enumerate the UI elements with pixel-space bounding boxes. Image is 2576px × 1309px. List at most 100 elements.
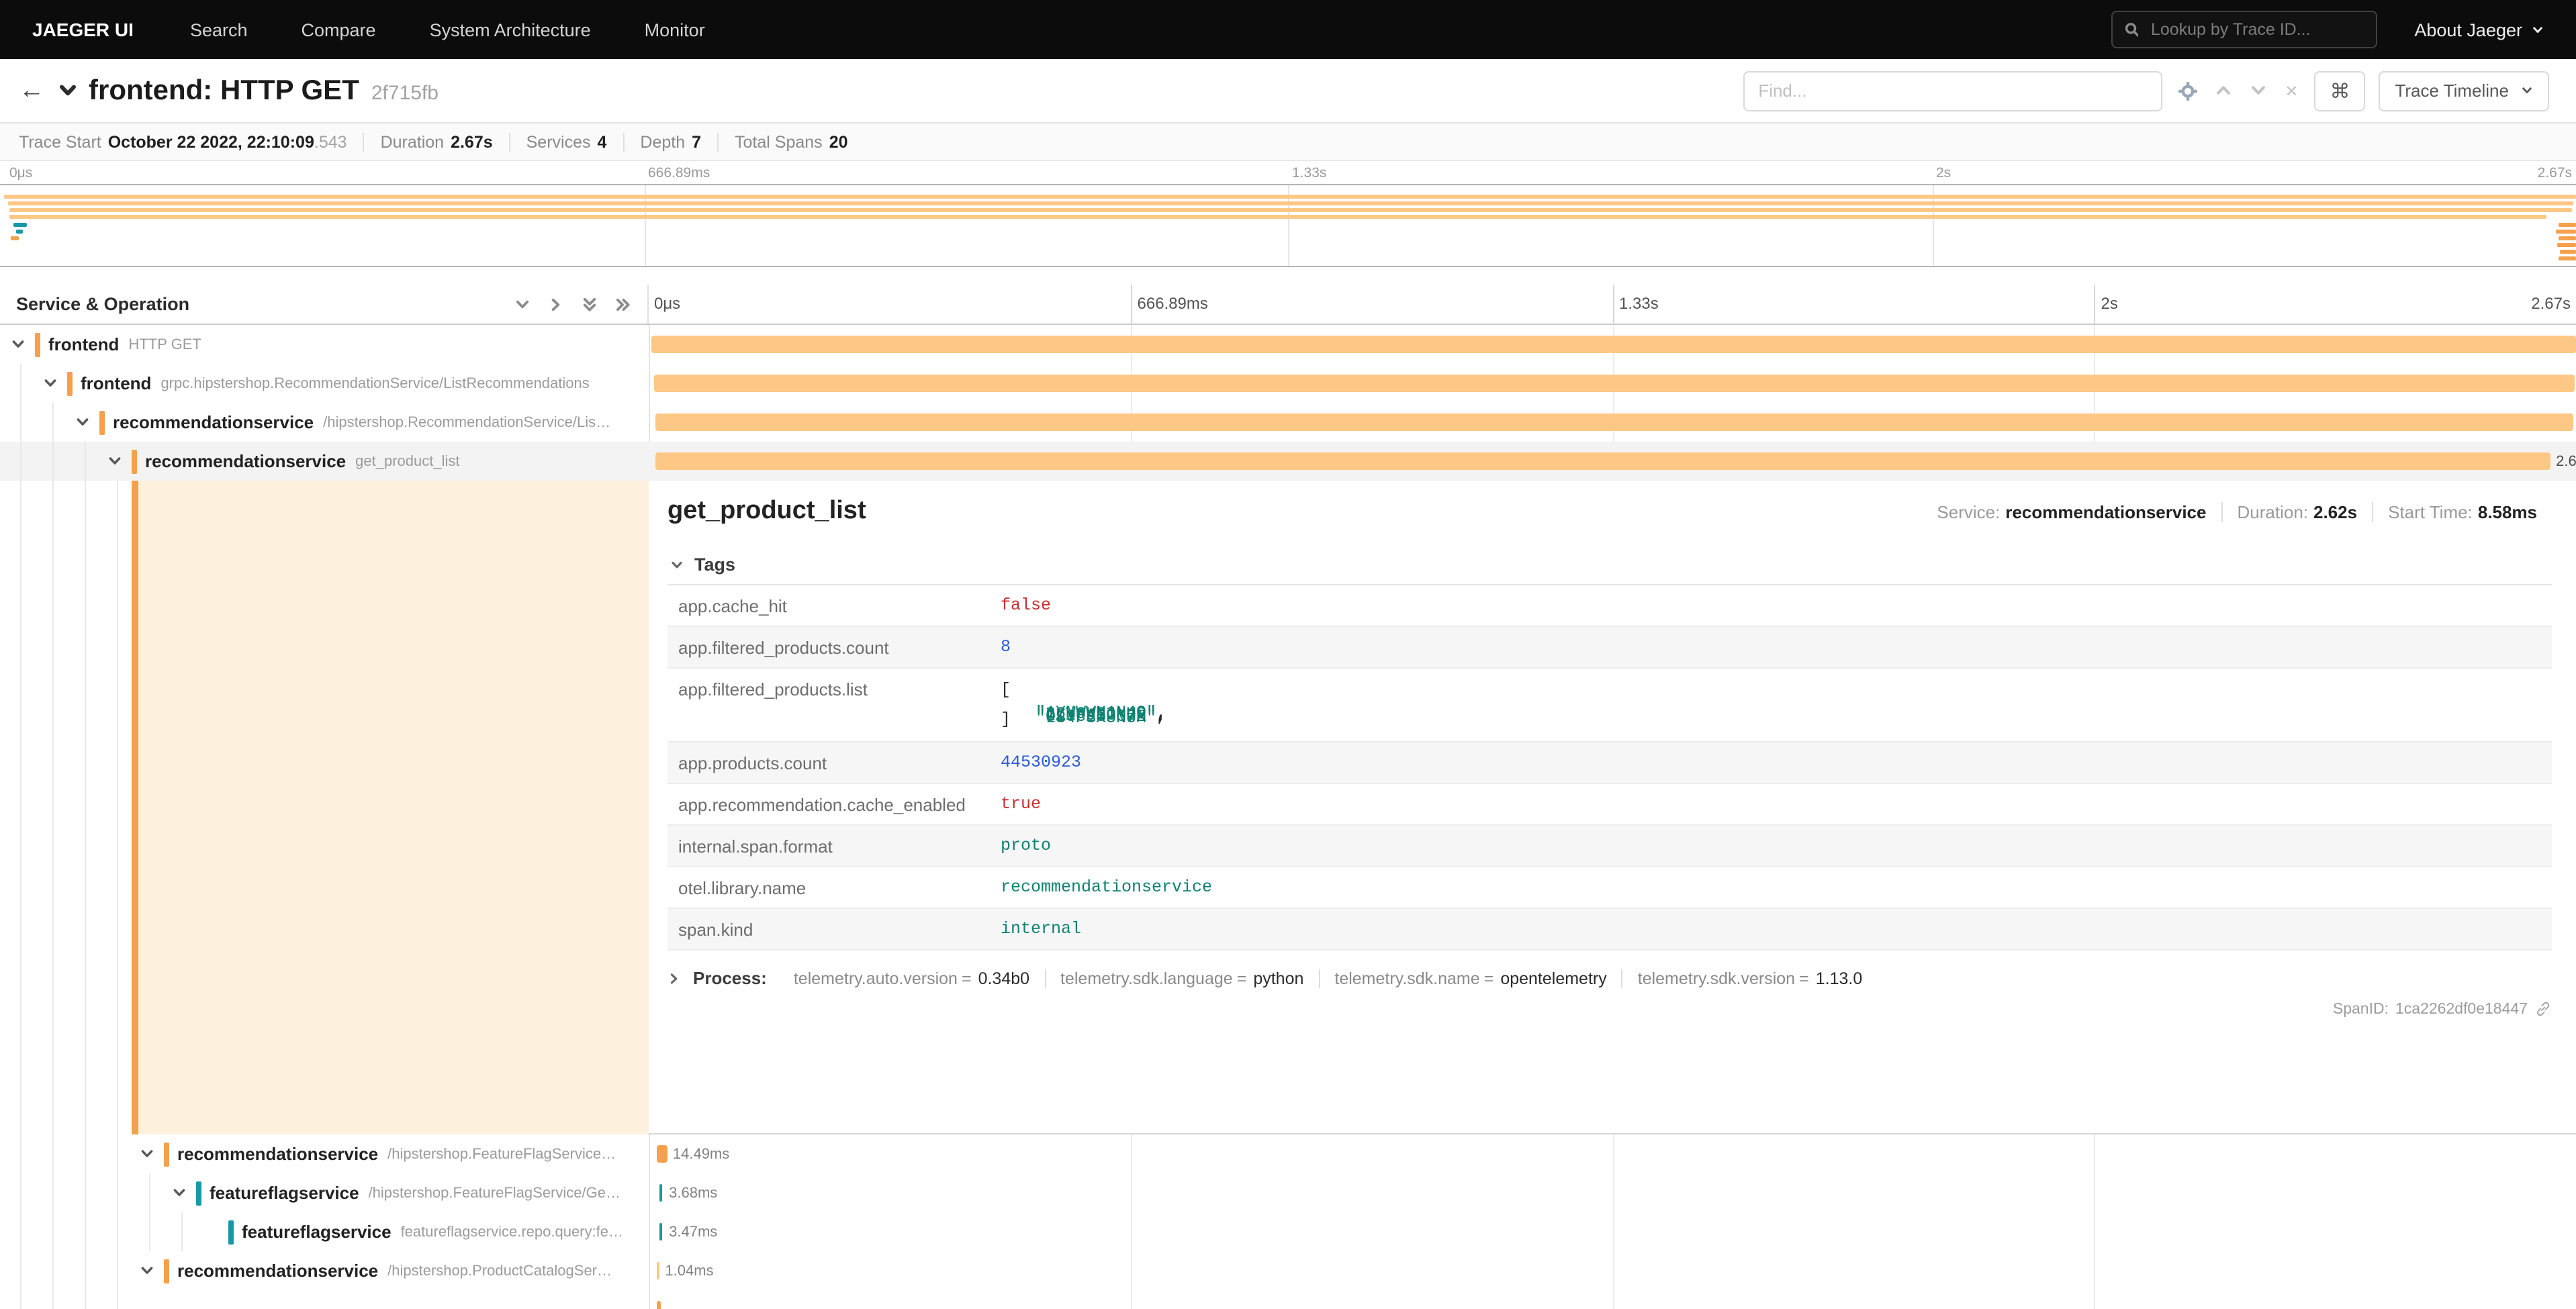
summary-label: Trace Start [19,132,101,151]
span-name-cell[interactable]: frontend HTTP GET [0,325,649,364]
trace-minimap[interactable] [0,184,2576,267]
nav-item-system-architecture[interactable]: System Architecture [430,19,591,40]
span-row[interactable]: recommendationservice /hipstershop.Produ… [0,1251,2576,1290]
expand-all-icon[interactable] [615,296,631,312]
span-row[interactable]: recommendationservice /hipstershop.Recom… [0,403,2576,442]
trace-view-selector[interactable]: Trace Timeline [2379,70,2549,111]
time-tick-label: 2.67s [2531,294,2571,313]
span-service-name: featureflagservice [210,1183,359,1203]
span-name-cell[interactable]: recommendationservice get_product_list [0,442,649,481]
span-bar-cell[interactable]: 2.62s [649,442,2576,481]
span-name-cell[interactable]: recommendationservice /hipstershop.Featu… [0,1134,649,1173]
span-name-cell[interactable]: frontend grpc.hipstershop.Recommendation… [0,364,649,403]
span-row-partial[interactable] [0,1290,2576,1309]
span-bar-cell[interactable]: 3.47ms [649,1212,2576,1251]
span-name-cell[interactable]: recommendationservice /hipstershop.Produ… [0,1251,649,1290]
tags-table: app.cache_hit false app.filtered_product… [668,584,2552,951]
span-name-cell[interactable]: recommendationservice /hipstershop.Recom… [0,403,649,442]
span-bar[interactable] [651,336,2576,353]
expand-chevron-icon[interactable] [140,1263,164,1278]
service-color-strip [35,332,40,356]
span-bar[interactable] [660,1223,663,1241]
link-icon[interactable] [2534,1000,2552,1018]
span-row[interactable]: recommendationservice /hipstershop.Featu… [0,1134,2576,1173]
expand-chevron-icon[interactable] [140,1147,164,1161]
span-duration-label: 14.49ms [673,1147,729,1163]
span-row[interactable]: featureflagservice featureflagservice.re… [0,1212,2576,1251]
trace-view-selector-label: Trace Timeline [2395,81,2509,101]
detail-meta: Service:recommendationservice Duration:2… [1922,502,2552,522]
nav-item-monitor[interactable]: Monitor [645,19,705,40]
span-bar[interactable] [655,375,2575,392]
chevron-down-icon [2532,23,2544,36]
trace-title-text: frontend: HTTP GET [89,75,359,107]
find-input[interactable] [1743,70,2162,111]
time-tick-label: 1.33s [1612,285,1659,325]
about-jaeger-label: About Jaeger [2414,19,2522,40]
summary-value: October 22 2022, 22:10:09 [108,132,314,151]
time-tick-label: 2.67s [2538,165,2573,181]
expand-chevron-icon[interactable] [11,337,35,352]
span-bar[interactable] [659,1184,663,1202]
span-row[interactable]: frontend HTTP GET [0,325,2576,364]
span-name-cell[interactable]: featureflagservice featureflagservice.re… [0,1212,649,1251]
span-bar-cell [649,1290,2576,1309]
time-tick-label: 2s [2095,285,2118,325]
app-logo[interactable]: JAEGER UI [32,19,134,40]
tag-key: app.recommendation.cache_enabled [668,783,990,825]
expand-chevron-icon[interactable] [172,1185,196,1200]
span-bar-cell[interactable] [649,403,2576,442]
span-bar-cell[interactable]: 14.49ms [649,1134,2576,1173]
span-operation: grpc.hipstershop.RecommendationService/L… [160,375,589,391]
trace-collapse-chevron-icon[interactable] [58,81,78,101]
chevron-right-icon [668,971,681,985]
span-row[interactable]: featureflagservice /hipstershop.FeatureF… [0,1173,2576,1212]
span-row[interactable]: frontend grpc.hipstershop.Recommendation… [0,364,2576,403]
span-duration-label: 2.62s [2556,454,2576,470]
prev-result-icon[interactable] [2215,82,2232,99]
trace-id-search-input[interactable] [2148,19,2363,40]
span-service-name: recommendationservice [177,1261,378,1281]
tag-value-json: [ "1YMWWN1N4O","66VCHSJNUP","2ZYFJ3GM2N"… [990,668,2552,742]
nav-item-search[interactable]: Search [190,19,248,40]
span-name-cell[interactable]: featureflagservice /hipstershop.FeatureF… [0,1173,649,1212]
collapse-one-icon[interactable] [514,296,531,312]
span-bar-cell[interactable] [649,325,2576,364]
service-operation-header: Service & Operation [16,294,497,314]
summary-trace-start: Trace Start October 22 2022, 22:10:09 .5… [19,132,363,151]
expand-chevron-icon[interactable] [107,454,132,469]
expand-one-icon[interactable] [548,296,564,312]
keyboard-shortcuts-button[interactable]: ⌘ [2314,70,2365,111]
minimap-span [8,201,2574,205]
about-jaeger-menu[interactable]: About Jaeger [2414,19,2544,40]
collapse-all-icon[interactable] [582,296,598,312]
back-button[interactable]: ← [19,76,44,105]
clear-find-icon[interactable]: ✕ [2285,81,2298,100]
expand-chevron-icon[interactable] [43,376,67,391]
minimap-span [4,195,2576,199]
detail-indent-fill [132,481,649,1134]
nav-item-compare[interactable]: Compare [302,19,376,40]
minimap-span [10,236,19,240]
summary-depth: Depth7 [623,132,717,151]
span-bar-cell[interactable]: 3.68ms [649,1173,2576,1212]
process-kv: telemetry.sdk.name=opentelemetry [1318,969,1621,987]
process-label: Process: [693,968,767,988]
next-result-icon[interactable] [2250,82,2267,99]
trace-id-search[interactable] [2111,11,2377,48]
process-kv: telemetry.sdk.version=1.13.0 [1622,969,1878,987]
span-bar-cell[interactable]: 1.04ms [649,1251,2576,1290]
span-bar-cell[interactable] [649,364,2576,403]
span-row-selected[interactable]: recommendationservice get_product_list 2… [0,442,2576,481]
process-accordion[interactable]: Process: telemetry.auto.version=0.34b0 t… [668,968,2552,988]
span-bar[interactable] [655,452,2550,470]
tags-accordion-header[interactable]: Tags [668,545,2552,584]
span-bar[interactable] [656,1262,659,1279]
span-service-name: featureflagservice [242,1222,392,1242]
tag-value: true [1001,794,1041,813]
locate-icon[interactable] [2178,81,2197,100]
expand-chevron-icon[interactable] [75,415,99,430]
time-tick-label: 0μs [5,165,32,181]
span-bar[interactable] [655,414,2573,431]
span-bar[interactable] [656,1145,667,1163]
